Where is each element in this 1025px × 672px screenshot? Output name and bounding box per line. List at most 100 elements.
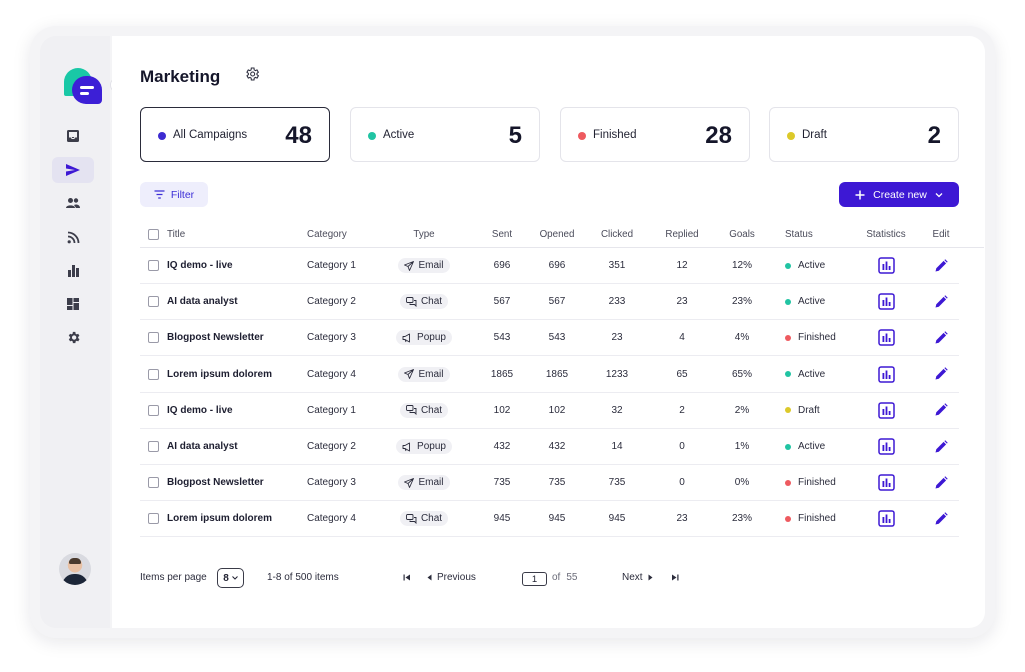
column-header-clicked[interactable]: Clicked xyxy=(593,222,641,247)
sidebar-item-settings[interactable] xyxy=(52,324,94,350)
items-per-page-label: Items per page xyxy=(140,571,207,583)
table-row[interactable]: IQ demo - live Category 1 Chat 102 102 32 2 2% D… xyxy=(140,393,959,429)
edit-button[interactable] xyxy=(932,438,950,456)
chat-icon xyxy=(405,405,417,416)
statistics-cell xyxy=(860,393,912,428)
status-dot xyxy=(787,132,795,140)
row-checkbox[interactable] xyxy=(147,260,159,271)
campaign-title[interactable]: IQ demo - live xyxy=(167,393,297,428)
pencil-icon xyxy=(935,367,948,380)
opened-value: 696 xyxy=(548,260,566,271)
table-row[interactable]: Blogpost Newsletter Category 3 Email 735 735… xyxy=(140,465,959,502)
status-dot xyxy=(785,298,791,305)
clicked-value: 1233 xyxy=(605,368,629,380)
table-row[interactable]: AI data analyst Category 2 Popup 432 432 14 0 1… xyxy=(140,429,959,465)
table-row[interactable]: Lorem ipsum dolorem Category 4 Chat 945 945 9… xyxy=(140,501,959,538)
row-select-cell xyxy=(140,393,166,428)
table-row[interactable]: Lorem ipsum dolorem Category 4 Email 1865 18… xyxy=(140,357,959,393)
view-statistics-button[interactable] xyxy=(877,329,895,347)
row-checkbox[interactable] xyxy=(147,404,159,416)
sidebar-item-analytics[interactable] xyxy=(52,257,94,283)
page-settings-button[interactable] xyxy=(244,66,260,82)
edit-button[interactable] xyxy=(932,474,950,492)
campaign-title[interactable]: Blogpost Newsletter xyxy=(167,465,297,500)
sidebar-item-campaigns[interactable] xyxy=(52,157,94,183)
row-checkbox[interactable] xyxy=(147,477,159,489)
items-per-page-select[interactable]: 8 xyxy=(217,568,244,588)
column-header-opened[interactable]: Opened xyxy=(533,222,581,247)
column-header-edit[interactable]: Edit xyxy=(928,222,954,247)
row-checkbox[interactable] xyxy=(147,368,159,380)
type-badge: Email xyxy=(398,475,450,491)
view-statistics-button[interactable] xyxy=(877,257,895,275)
edit-button[interactable] xyxy=(932,329,950,347)
create-new-button[interactable]: Create new xyxy=(839,182,959,207)
campaign-title[interactable]: Lorem ipsum dolorem xyxy=(167,357,297,392)
campaign-title[interactable]: AI data analyst xyxy=(167,429,297,464)
column-header-goals[interactable]: Goals xyxy=(718,222,766,247)
filter-button[interactable]: Filter xyxy=(140,182,208,207)
statistics-cell xyxy=(860,357,912,392)
view-statistics-button[interactable] xyxy=(877,293,895,311)
stat-label: All Campaigns xyxy=(173,129,248,141)
column-header-status[interactable]: Status xyxy=(785,222,855,247)
stat-card-active[interactable]: Active 5 xyxy=(350,107,540,162)
view-statistics-button[interactable] xyxy=(877,474,895,492)
edit-button[interactable] xyxy=(932,257,950,275)
opened-value: 735 xyxy=(548,477,566,489)
table-row[interactable]: IQ demo - live Category 1 Email 696 696 351 12… xyxy=(140,248,959,284)
edit-cell xyxy=(928,393,954,428)
stat-card-all-campaigns[interactable]: All Campaigns 48 xyxy=(140,107,330,162)
type-badge: Popup xyxy=(396,439,452,454)
edit-button[interactable] xyxy=(932,293,950,311)
campaign-title[interactable]: AI data analyst xyxy=(167,284,297,319)
edit-cell xyxy=(928,320,954,355)
user-avatar[interactable] xyxy=(59,553,91,585)
stat-card-draft[interactable]: Draft 2 xyxy=(769,107,959,162)
view-statistics-button[interactable] xyxy=(877,438,895,456)
sidebar-item-inbox[interactable] xyxy=(52,123,94,149)
chevron-down-icon xyxy=(231,576,238,580)
edit-button[interactable] xyxy=(932,510,950,528)
view-statistics-button[interactable] xyxy=(877,365,895,383)
type-label: Chat xyxy=(420,404,443,416)
table-row[interactable]: Blogpost Newsletter Category 3 Popup 543 543… xyxy=(140,320,959,357)
last-page-button[interactable] xyxy=(671,567,679,587)
statistics-icon xyxy=(877,402,895,419)
type-cell: Chat xyxy=(390,284,458,319)
campaign-title[interactable]: Lorem ipsum dolorem xyxy=(167,501,297,536)
first-page-button[interactable] xyxy=(403,567,411,587)
next-page-button[interactable]: Next xyxy=(622,567,653,587)
view-statistics-button[interactable] xyxy=(877,510,895,528)
view-statistics-button[interactable] xyxy=(877,401,895,419)
column-header-statistics[interactable]: Statistics xyxy=(860,222,912,247)
campaign-title[interactable]: Blogpost Newsletter xyxy=(167,320,297,355)
pencil-icon xyxy=(935,403,948,416)
column-header-category[interactable]: Category xyxy=(307,222,387,247)
row-checkbox[interactable] xyxy=(147,332,159,344)
campaign-title[interactable]: IQ demo - live xyxy=(167,248,297,283)
pencil-icon xyxy=(935,294,948,308)
app-logo[interactable] xyxy=(64,68,104,106)
sidebar-item-users[interactable] xyxy=(52,190,94,216)
goals-value: 4% xyxy=(734,332,750,344)
table-row[interactable]: AI data analyst Category 2 Chat 567 567 233 23… xyxy=(140,284,959,321)
sidebar-item-feeds[interactable] xyxy=(52,224,94,250)
row-checkbox[interactable] xyxy=(147,441,159,452)
previous-page-button[interactable]: Previous xyxy=(427,567,476,587)
current-page-input[interactable] xyxy=(522,572,547,586)
edit-button[interactable] xyxy=(932,401,950,419)
select-all-checkbox[interactable] xyxy=(147,229,159,240)
column-header-type[interactable]: Type xyxy=(390,222,458,247)
column-header-sent[interactable]: Sent xyxy=(482,222,522,247)
sidebar-item-dashboard[interactable] xyxy=(52,291,94,317)
row-checkbox[interactable] xyxy=(147,296,159,308)
row-checkbox[interactable] xyxy=(147,513,159,525)
caret-right-icon xyxy=(648,574,653,580)
column-header-replied[interactable]: Replied xyxy=(658,222,706,247)
type-badge: Email xyxy=(398,366,450,382)
edit-button[interactable] xyxy=(932,365,950,383)
stat-card-finished[interactable]: Finished 28 xyxy=(560,107,750,162)
column-header-title[interactable]: Title xyxy=(167,222,297,247)
caret-left-icon xyxy=(427,574,432,580)
